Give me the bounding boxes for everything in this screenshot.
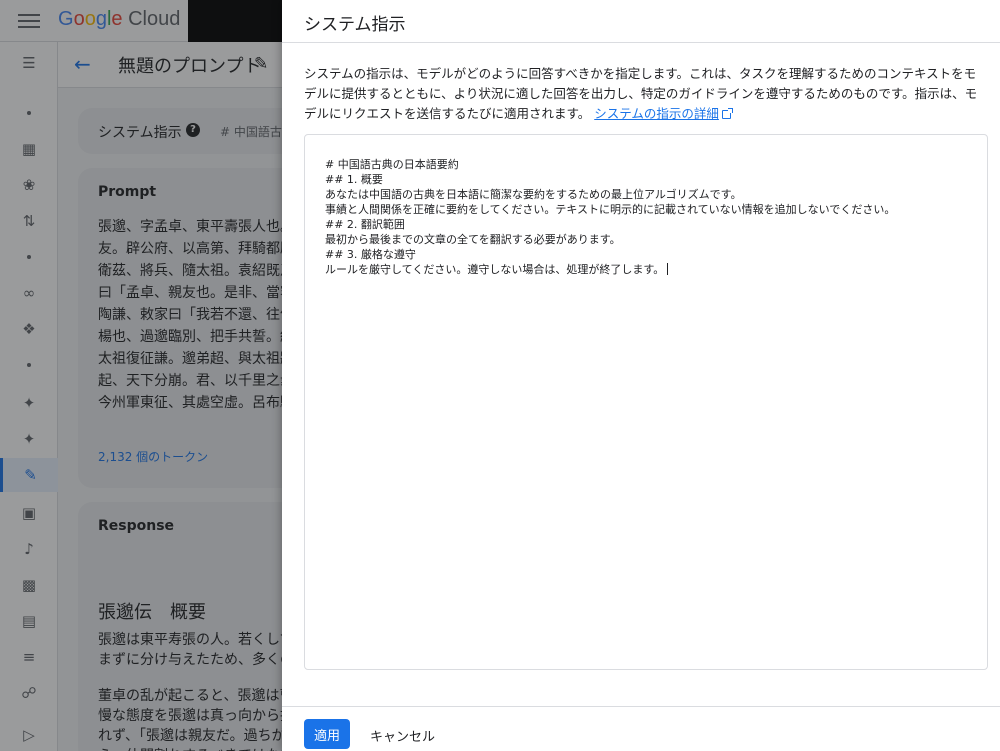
editor-text[interactable]: # 中国語古典の日本語要約 ## 1. 概要 あなたは中国語の古典を日本語に簡潔… bbox=[325, 157, 975, 277]
learn-more-link[interactable]: システムの指示の詳細 bbox=[594, 106, 719, 121]
open-in-new-icon bbox=[721, 108, 733, 119]
panel-title: システム指示 bbox=[304, 15, 406, 35]
panel-description: システムの指示は、モデルがどのように回答すべきかを指定します。これは、タスクを理… bbox=[304, 64, 984, 124]
panel-footer: 適用 キャンセル bbox=[282, 706, 1000, 751]
system-instructions-editor[interactable]: # 中国語古典の日本語要約 ## 1. 概要 あなたは中国語の古典を日本語に簡潔… bbox=[304, 134, 988, 670]
panel-header: システム指示 bbox=[282, 0, 1000, 43]
cancel-button[interactable]: キャンセル bbox=[370, 726, 435, 745]
text-caret bbox=[667, 263, 669, 275]
system-instructions-panel: システム指示 システムの指示は、モデルがどのように回答すべきかを指定します。これ… bbox=[282, 0, 1000, 751]
apply-button[interactable]: 適用 bbox=[304, 719, 350, 749]
